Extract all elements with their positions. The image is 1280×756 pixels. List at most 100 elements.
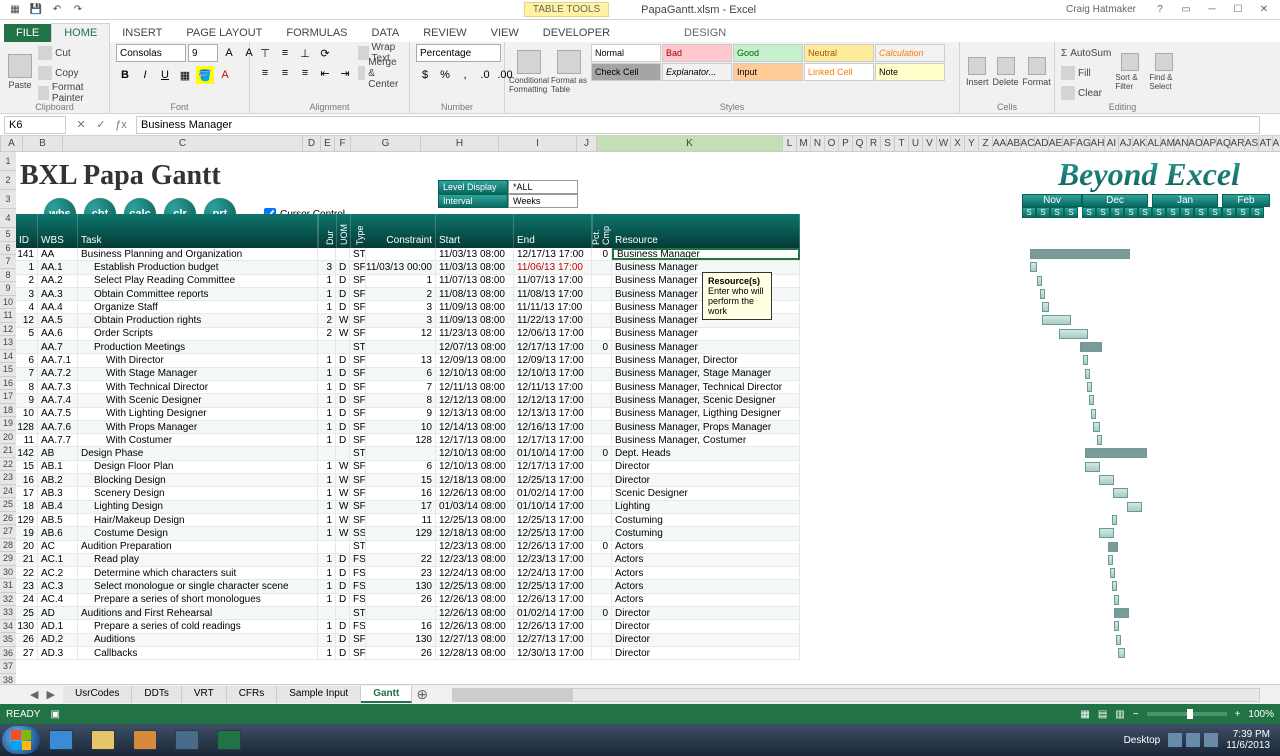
col-header[interactable]: E — [321, 136, 335, 151]
cell[interactable]: Costuming — [612, 514, 800, 526]
cell[interactable]: Read play — [78, 554, 318, 566]
cell[interactable]: 01/10/14 17:00 — [514, 501, 592, 513]
row-header[interactable]: 28 — [0, 539, 16, 553]
cell[interactable]: Actors — [612, 580, 800, 592]
cell[interactable]: Costuming — [612, 527, 800, 539]
cell[interactable]: SF — [350, 514, 366, 526]
style-neutral[interactable]: Neutral — [804, 44, 874, 62]
cell[interactable]: 12/26/13 08:00 — [436, 487, 514, 499]
cell[interactable]: 12 — [366, 328, 436, 340]
cell[interactable] — [592, 554, 612, 566]
cell[interactable]: AA.7.1 — [38, 354, 78, 366]
cell[interactable]: Production Meetings — [78, 341, 318, 353]
cell[interactable] — [592, 288, 612, 300]
cell-styles-gallery[interactable]: Normal Bad Good Neutral Calculation Chec… — [591, 44, 945, 81]
sheet-nav-prev[interactable]: ◀ — [30, 688, 38, 701]
level-display-value[interactable]: *ALL — [508, 180, 578, 194]
cell[interactable]: FS — [350, 580, 366, 592]
tab-formulas[interactable]: FORMULAS — [274, 24, 359, 42]
cell[interactable]: 12/06/13 17:00 — [514, 328, 592, 340]
row-header[interactable]: 19 — [0, 417, 16, 431]
cell[interactable]: AC.4 — [38, 594, 78, 606]
cell[interactable]: 01/02/14 17:00 — [514, 487, 592, 499]
scrollbar-thumb[interactable] — [453, 689, 573, 701]
col-pct[interactable]: Pct. Cmp — [592, 214, 612, 248]
cell[interactable]: 12/25/13 17:00 — [514, 514, 592, 526]
minimize-button[interactable]: ─ — [1200, 1, 1224, 19]
table-row[interactable]: AA.7Production MeetingsST12/07/13 08:001… — [16, 341, 800, 354]
cell[interactable]: 2 — [16, 275, 38, 287]
cell[interactable]: SF — [350, 394, 366, 406]
cell[interactable]: 1 — [318, 394, 336, 406]
cell[interactable]: 12/26/13 08:00 — [436, 594, 514, 606]
name-box[interactable]: K6 — [4, 116, 66, 134]
style-note[interactable]: Note — [875, 63, 945, 81]
paste-button[interactable]: Paste — [6, 44, 34, 100]
cell[interactable]: 12/13/13 17:00 — [514, 408, 592, 420]
cell[interactable]: 129 — [16, 514, 38, 526]
cell[interactable]: 11/07/13 08:00 — [436, 275, 514, 287]
col-header[interactable]: AA — [993, 136, 1007, 151]
table-row[interactable]: 16AB.2Blocking Design1WSF1512/18/13 08:0… — [16, 474, 800, 487]
col-start[interactable]: Start — [436, 214, 514, 248]
cell[interactable]: 26 — [366, 647, 436, 659]
cell[interactable]: W — [336, 328, 350, 340]
enter-formula-button[interactable]: ✓ — [92, 116, 110, 134]
cell[interactable]: 19 — [16, 527, 38, 539]
view-page-layout-button[interactable]: ▤ — [1098, 709, 1107, 720]
cell[interactable]: 128 — [16, 421, 38, 433]
cell[interactable]: AA.7.7 — [38, 434, 78, 446]
table-row[interactable]: 19AB.6Costume Design1WSS12912/18/13 08:0… — [16, 527, 800, 540]
gantt-bar[interactable] — [1110, 568, 1115, 578]
cell[interactable]: 12/13/13 08:00 — [436, 408, 514, 420]
cell[interactable]: 01/03/14 08:00 — [436, 501, 514, 513]
conditional-formatting-button[interactable]: Conditional Formatting — [511, 44, 547, 100]
increase-decimal-button[interactable]: .0 — [476, 66, 494, 84]
cell[interactable]: 22 — [16, 567, 38, 579]
cell[interactable]: AA.7.3 — [38, 381, 78, 393]
row-header[interactable]: 17 — [0, 390, 16, 404]
cell[interactable]: 12/11/13 17:00 — [514, 381, 592, 393]
gantt-bar[interactable] — [1114, 595, 1119, 605]
cell[interactable]: Actors — [612, 554, 800, 566]
cell[interactable]: D — [336, 381, 350, 393]
cell[interactable]: 8 — [366, 394, 436, 406]
cell[interactable]: AA.7.2 — [38, 368, 78, 380]
cell[interactable]: 1 — [318, 514, 336, 526]
cell[interactable]: 1 — [318, 527, 336, 539]
col-header[interactable]: AD — [1035, 136, 1049, 151]
cell[interactable]: 1 — [318, 354, 336, 366]
col-header[interactable]: A — [1, 136, 23, 151]
sort-filter-button[interactable]: Sort & Filter — [1115, 44, 1145, 100]
cell[interactable]: 0 — [592, 447, 612, 459]
row-header[interactable]: 5 — [0, 228, 16, 242]
cell[interactable]: 2 — [318, 328, 336, 340]
qat-undo[interactable]: ↶ — [48, 1, 66, 19]
cell[interactable]: Business Manager — [612, 248, 800, 260]
table-row[interactable]: 130AD.1Prepare a series of cold readings… — [16, 620, 800, 633]
cell[interactable]: 01/02/14 17:00 — [514, 607, 592, 619]
cell[interactable]: Director — [612, 461, 800, 473]
col-header[interactable]: H — [421, 136, 499, 151]
cell[interactable]: AC.1 — [38, 554, 78, 566]
cell[interactable]: 12/26/13 17:00 — [514, 620, 592, 632]
cell[interactable] — [592, 580, 612, 592]
cell[interactable]: 11/03/13 08:00 — [436, 261, 514, 273]
gantt-bar[interactable] — [1114, 621, 1119, 631]
cell[interactable]: Design Phase — [78, 447, 318, 459]
format-as-table-button[interactable]: Format as Table — [551, 44, 587, 100]
cell[interactable]: 12/28/13 08:00 — [436, 647, 514, 659]
cell[interactable]: 1 — [318, 275, 336, 287]
table-row[interactable]: 7AA.7.2With Stage Manager1DSF612/10/13 0… — [16, 368, 800, 381]
row-header[interactable]: 36 — [0, 647, 16, 661]
sheet-tab[interactable]: UsrCodes — [63, 686, 132, 703]
cell[interactable]: AA.7.6 — [38, 421, 78, 433]
table-row[interactable]: 6AA.7.1With Director1DSF1312/09/13 08:00… — [16, 354, 800, 367]
table-row[interactable]: 25ADAuditions and First RehearsalST12/26… — [16, 607, 800, 620]
tab-insert[interactable]: INSERT — [110, 24, 174, 42]
cell[interactable]: SF — [350, 634, 366, 646]
gantt-bar[interactable] — [1030, 262, 1037, 272]
cell[interactable]: SF — [350, 328, 366, 340]
cell[interactable]: W — [336, 501, 350, 513]
cell[interactable]: Director — [612, 647, 800, 659]
